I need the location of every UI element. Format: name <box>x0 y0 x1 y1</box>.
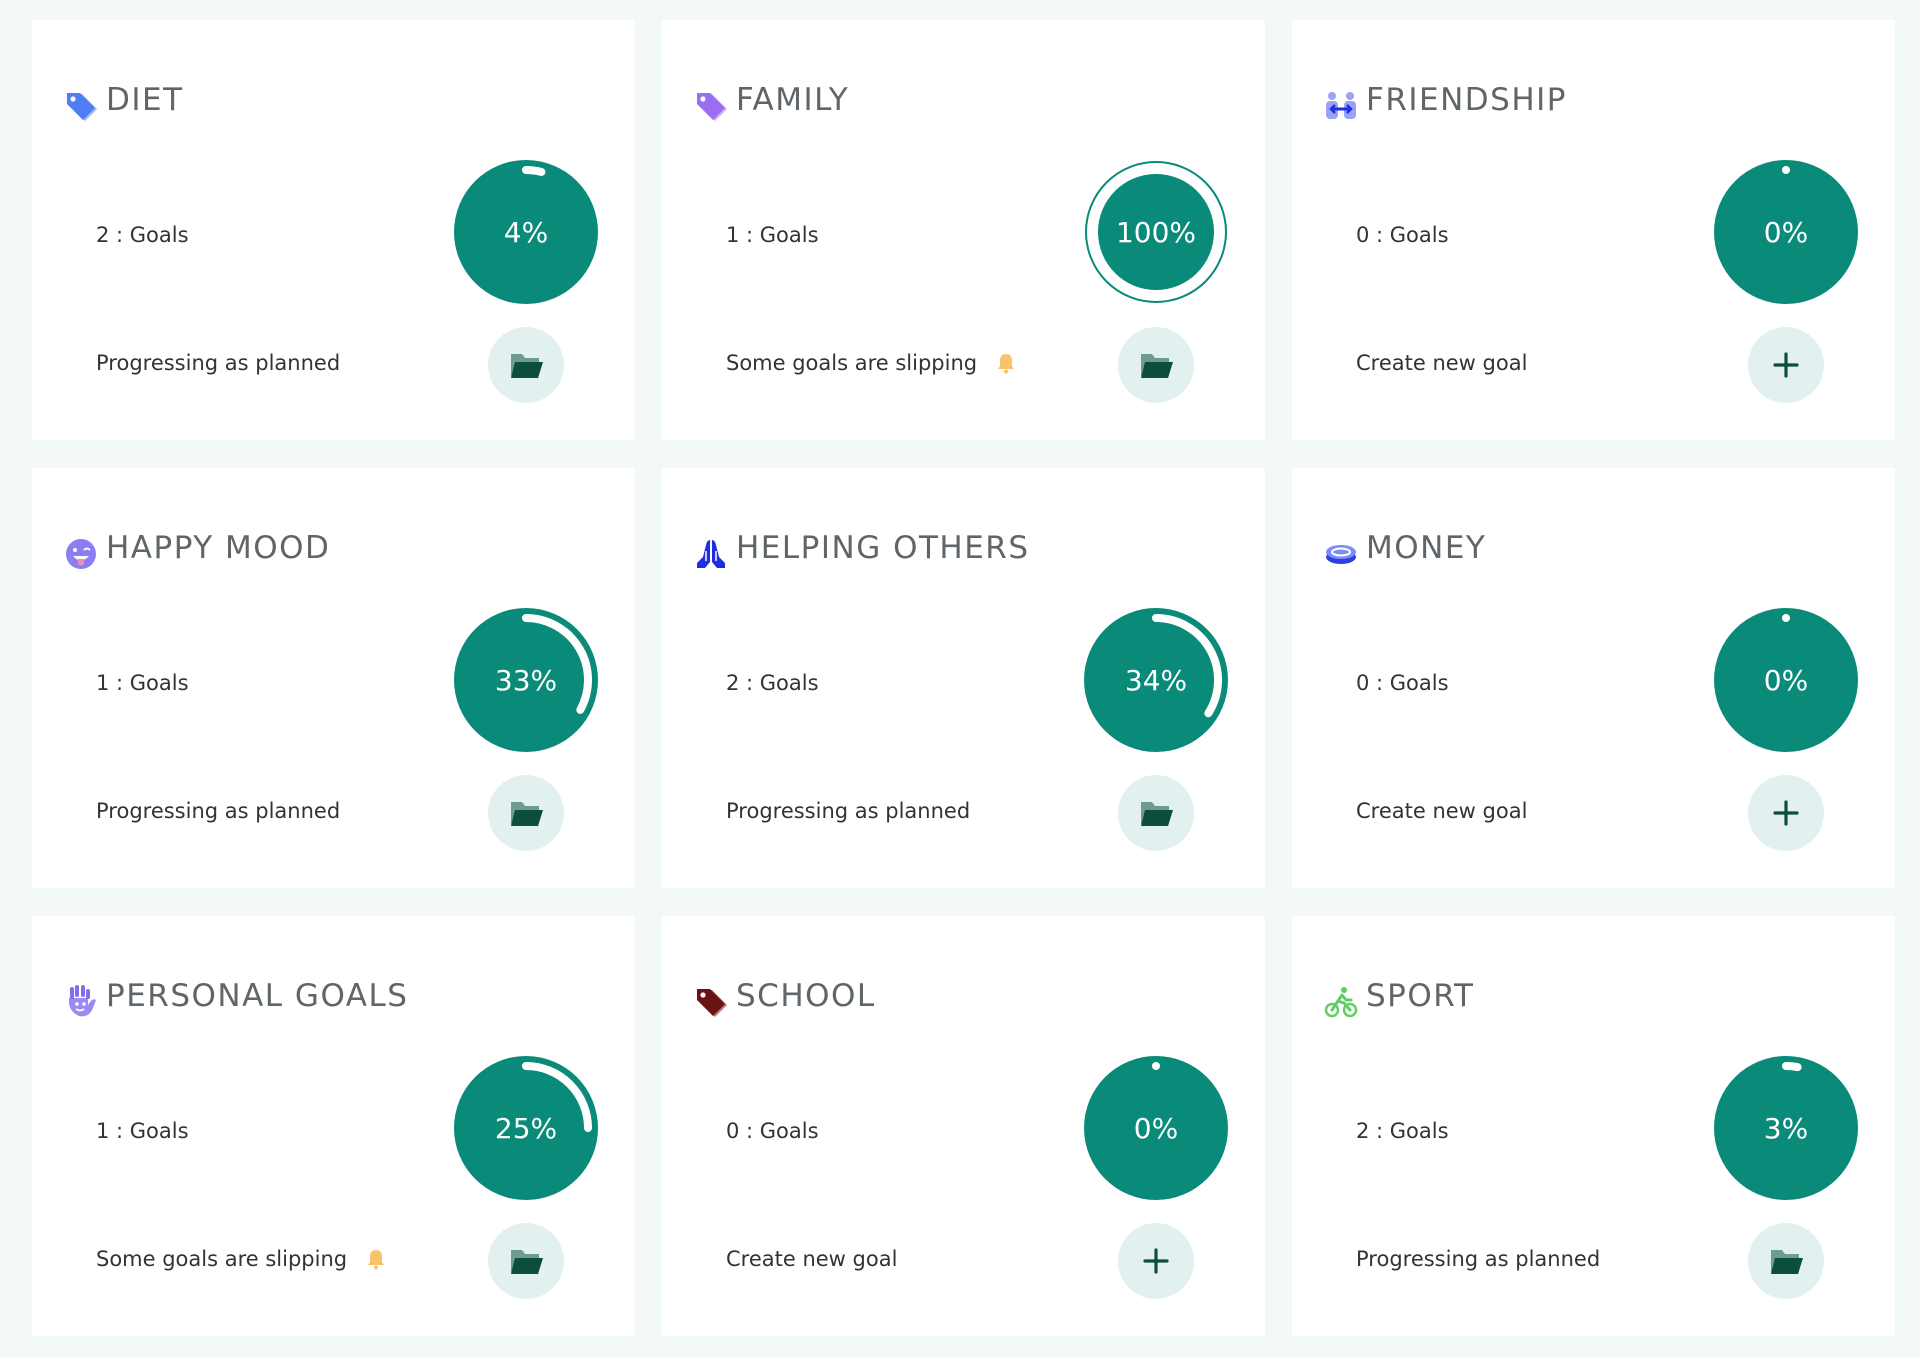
folder-icon <box>1767 1242 1805 1280</box>
goal-count: 0 : Goals <box>726 1119 819 1143</box>
progress-ring: 25% <box>454 1056 598 1200</box>
status-text: Progressing as planned <box>1356 1247 1601 1271</box>
status-text: Create new goal <box>726 1247 898 1271</box>
plus-icon <box>1767 794 1805 832</box>
plus-icon <box>1137 1242 1175 1280</box>
progress-percent: 3% <box>1763 1111 1809 1145</box>
open-goals-button[interactable] <box>1748 1223 1824 1299</box>
category-title: DIET <box>106 82 184 118</box>
hand-icon <box>63 984 99 1020</box>
status-text: Create new goal <box>1356 799 1528 823</box>
open-goals-button[interactable] <box>488 775 564 851</box>
progress-ring: 0% <box>1714 160 1858 304</box>
friends-icon <box>1323 88 1359 124</box>
status-line: Some goals are slipping <box>726 351 1017 375</box>
category-card-sport: SPORT 2 : Goals 3% Progressing as planne… <box>1292 916 1895 1336</box>
bell-icon <box>995 352 1017 374</box>
folder-icon <box>1137 794 1175 832</box>
praying-hands-icon <box>693 536 729 572</box>
progress-percent: 33% <box>494 663 558 697</box>
category-title: FRIENDSHIP <box>1366 82 1567 118</box>
category-grid: DIET 2 : Goals 4% Progressing as planned… <box>32 20 1895 1336</box>
progress-ring: 0% <box>1714 608 1858 752</box>
bell-icon <box>365 1248 387 1270</box>
progress-percent: 34% <box>1124 663 1188 697</box>
progress-ring: 4% <box>454 160 598 304</box>
status-line: Progressing as planned <box>1356 1247 1600 1271</box>
goal-count: 0 : Goals <box>1356 671 1449 695</box>
progress-ring: 3% <box>1714 1056 1858 1200</box>
folder-icon <box>507 794 545 832</box>
status-text: Progressing as planned <box>96 351 341 375</box>
category-card-school: SCHOOL 0 : Goals 0% Create new goal <box>662 916 1265 1336</box>
open-goals-button[interactable] <box>1118 327 1194 403</box>
progress-ring: 100% <box>1084 160 1228 304</box>
progress-percent: 0% <box>1133 1111 1179 1145</box>
status-text: Some goals are slipping <box>726 351 978 375</box>
category-card-happy-mood: HAPPY MOOD 1 : Goals 33% Progressing as … <box>32 468 635 888</box>
category-title: FAMILY <box>736 82 850 118</box>
category-title: HELPING OTHERS <box>736 530 1030 566</box>
coin-icon <box>1323 536 1359 572</box>
category-card-money: MONEY 0 : Goals 0% Create new goal <box>1292 468 1895 888</box>
create-goal-button[interactable] <box>1748 327 1824 403</box>
status-line: Create new goal <box>1356 351 1527 375</box>
folder-icon <box>507 346 545 384</box>
goal-count: 1 : Goals <box>96 1119 189 1143</box>
progress-percent: 100% <box>1115 215 1197 249</box>
tag-icon <box>63 88 99 124</box>
progress-percent: 4% <box>503 215 549 249</box>
progress-ring: 33% <box>454 608 598 752</box>
status-line: Some goals are slipping <box>96 1247 387 1271</box>
category-card-diet: DIET 2 : Goals 4% Progressing as planned <box>32 20 635 440</box>
category-title: PERSONAL GOALS <box>106 978 409 1014</box>
progress-percent: 25% <box>494 1111 558 1145</box>
category-card-helping-others: HELPING OTHERS 2 : Goals 34% Progressing… <box>662 468 1265 888</box>
progress-ring: 34% <box>1084 608 1228 752</box>
create-goal-button[interactable] <box>1748 775 1824 851</box>
goal-count: 0 : Goals <box>1356 223 1449 247</box>
folder-icon <box>507 1242 545 1280</box>
progress-ring: 0% <box>1084 1056 1228 1200</box>
status-text: Some goals are slipping <box>96 1247 348 1271</box>
goal-count: 1 : Goals <box>96 671 189 695</box>
status-line: Create new goal <box>726 1247 897 1271</box>
status-line: Progressing as planned <box>96 351 340 375</box>
category-title: HAPPY MOOD <box>106 530 331 566</box>
cyclist-icon <box>1323 984 1359 1020</box>
category-title: SCHOOL <box>736 978 876 1014</box>
create-goal-button[interactable] <box>1118 1223 1194 1299</box>
open-goals-button[interactable] <box>488 1223 564 1299</box>
status-text: Progressing as planned <box>726 799 971 823</box>
status-text: Progressing as planned <box>96 799 341 823</box>
goal-count: 2 : Goals <box>1356 1119 1449 1143</box>
status-text: Create new goal <box>1356 351 1528 375</box>
smiley-icon <box>63 536 99 572</box>
category-card-personal-goals: PERSONAL GOALS 1 : Goals 25% Some goals … <box>32 916 635 1336</box>
category-title: SPORT <box>1366 978 1475 1014</box>
goal-count: 1 : Goals <box>726 223 819 247</box>
tag-icon <box>693 88 729 124</box>
folder-icon <box>1137 346 1175 384</box>
progress-percent: 0% <box>1763 663 1809 697</box>
plus-icon <box>1767 346 1805 384</box>
status-line: Create new goal <box>1356 799 1527 823</box>
goal-count: 2 : Goals <box>96 223 189 247</box>
category-card-friendship: FRIENDSHIP 0 : Goals 0% Create new goal <box>1292 20 1895 440</box>
progress-percent: 0% <box>1763 215 1809 249</box>
tag-icon <box>693 984 729 1020</box>
status-line: Progressing as planned <box>96 799 340 823</box>
category-title: MONEY <box>1366 530 1487 566</box>
goal-count: 2 : Goals <box>726 671 819 695</box>
status-line: Progressing as planned <box>726 799 970 823</box>
open-goals-button[interactable] <box>488 327 564 403</box>
category-card-family: FAMILY 1 : Goals 100% Some goals are sli… <box>662 20 1265 440</box>
open-goals-button[interactable] <box>1118 775 1194 851</box>
